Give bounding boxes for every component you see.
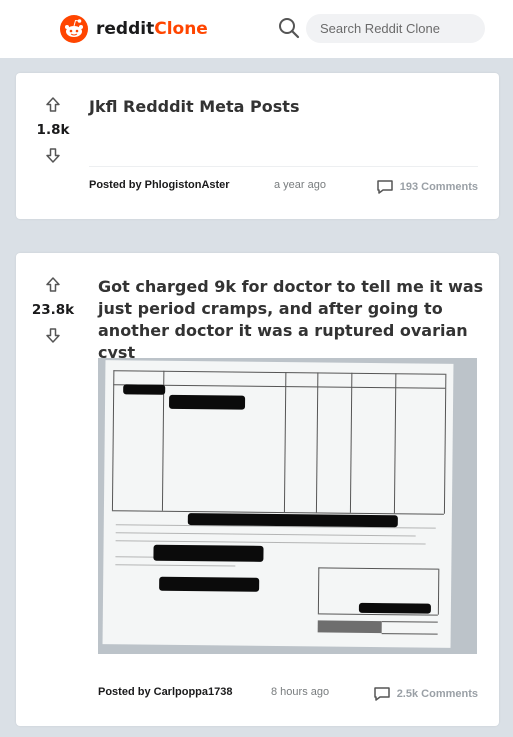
document-photo [102,360,454,648]
upvote-icon[interactable] [44,276,62,294]
comment-icon [376,180,393,194]
post-title[interactable]: Jkfl Redddit Meta Posts [89,97,478,117]
post-score: 1.8k [36,122,70,138]
post-score: 23.8k [31,302,75,318]
vote-column: 1.8k [16,96,90,164]
redaction-block [153,544,264,562]
post-time: a year ago [274,179,326,191]
search-icon[interactable] [277,16,301,40]
redaction-block [159,576,260,592]
downvote-icon[interactable] [44,326,62,344]
reddit-logo-icon[interactable] [60,15,88,43]
redaction-block [187,513,398,528]
post-image[interactable] [98,358,477,654]
post-divider [89,166,478,167]
comments-link[interactable]: 193 Comments [376,179,478,195]
top-nav-bar: redditClone [0,0,513,58]
post-author[interactable]: Posted by Carlpoppa1738 [98,686,233,698]
post-meta: Posted by Carlpoppa1738 8 hours ago 2.5k… [98,686,478,706]
logo-text[interactable]: redditClone [96,19,208,39]
search-input[interactable] [306,14,485,43]
comments-link[interactable]: 2.5k Comments [373,686,478,702]
post-meta: Posted by PhlogistonAster a year ago 193… [89,179,478,199]
redaction-block [168,394,246,410]
post-card[interactable]: 23.8k Got charged 9k for doctor to tell … [16,253,499,726]
upvote-icon[interactable] [44,96,62,114]
vote-column: 23.8k [16,276,90,344]
comments-count: 193 Comments [399,181,478,193]
redaction-block [123,384,166,395]
downvote-icon[interactable] [44,146,62,164]
logo-text-prefix: reddit [96,19,155,39]
post-title[interactable]: Got charged 9k for doctor to tell me it … [98,276,484,364]
post-author[interactable]: Posted by PhlogistonAster [89,179,230,191]
comment-icon [373,687,390,701]
comments-count: 2.5k Comments [396,688,478,700]
post-time: 8 hours ago [271,686,330,698]
logo-text-accent: Clone [154,19,208,39]
post-card[interactable]: 1.8k Jkfl Redddit Meta Posts Posted by P… [16,73,499,219]
redaction-block [358,602,431,614]
